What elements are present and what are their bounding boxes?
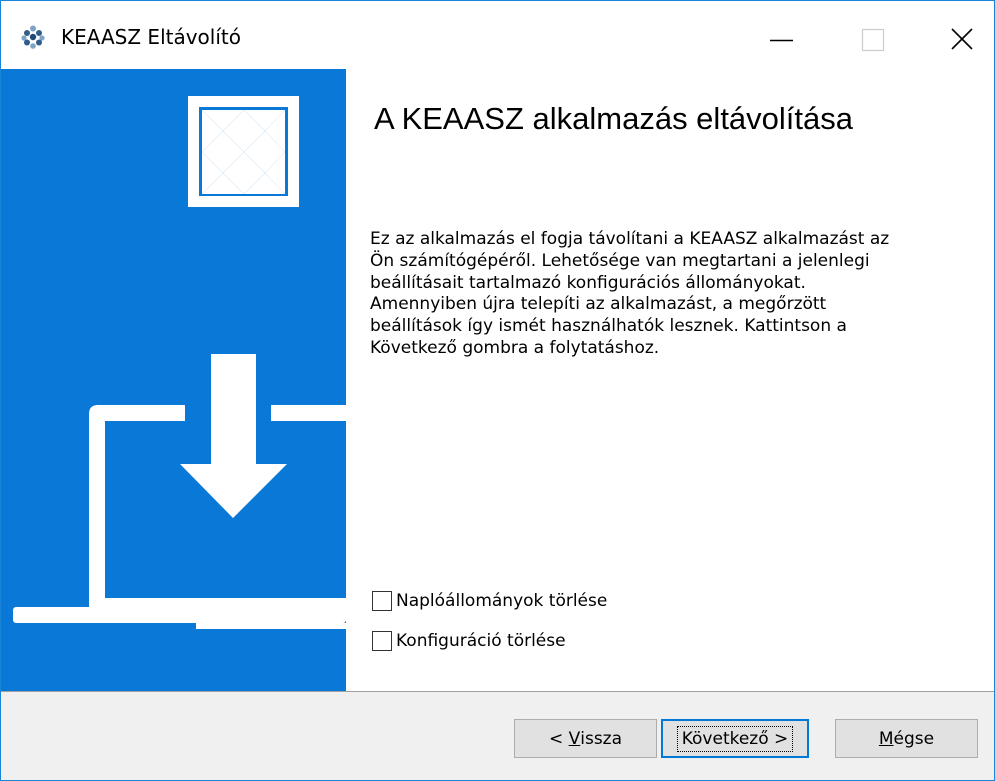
- button-bar: < Vissza Következő > Mégse: [1, 692, 994, 780]
- close-icon: [951, 28, 973, 50]
- back-button-mnemonic: V: [568, 728, 581, 749]
- description-line: Ez az alkalmazás el fogja távolítani a K…: [370, 229, 890, 249]
- page-title: A KEAASZ alkalmazás eltávolítása: [374, 101, 854, 136]
- close-button[interactable]: [902, 1, 994, 69]
- minimize-icon: [770, 39, 793, 42]
- uninstaller-window: KEAASZ Eltávolító A KEAASZ alkalmazás el…: [0, 0, 995, 781]
- description-line: Amennyiben újra telepíti az alkalmazást,…: [370, 294, 827, 315]
- description-line: Ön számítógépéről. Lehetősége van megtar…: [370, 250, 870, 271]
- cancel-button[interactable]: Mégse: [835, 719, 978, 758]
- description-text: Ez az alkalmazás el fogja távolítani a K…: [370, 229, 970, 360]
- main-content: A KEAASZ alkalmazás eltávolítása Ez az a…: [346, 69, 994, 691]
- delete-config-checkbox[interactable]: [372, 631, 392, 651]
- delete-config-option[interactable]: Konfiguráció törlése: [372, 629, 566, 653]
- keaasz-logo-icon: [21, 25, 45, 49]
- next-button[interactable]: Következő >: [661, 719, 809, 758]
- next-button-label: Következő >: [676, 725, 794, 752]
- delete-logs-option[interactable]: Naplóállományok törlése: [372, 589, 607, 613]
- cancel-button-rest: égse: [893, 728, 935, 749]
- keaasz-triangle-logo-icon: [188, 96, 299, 207]
- back-button-prefix: <: [548, 728, 569, 749]
- title-bar[interactable]: KEAASZ Eltávolító: [1, 1, 994, 69]
- delete-config-label[interactable]: Konfiguráció törlése: [396, 631, 566, 651]
- description-line: Következő gombra a folytatáshoz.: [370, 337, 660, 358]
- cancel-button-mnemonic: M: [878, 728, 894, 749]
- description-line: beállításait tartalmazó konfigurációs ál…: [370, 272, 806, 293]
- delete-logs-checkbox[interactable]: [372, 591, 392, 611]
- minimize-button[interactable]: [738, 1, 830, 69]
- delete-logs-label[interactable]: Naplóállományok törlése: [396, 591, 607, 611]
- laptop-download-icon: [13, 354, 346, 629]
- window-title: KEAASZ Eltávolító: [61, 25, 241, 49]
- back-button[interactable]: < Vissza: [514, 719, 657, 758]
- description-line: beállítások így ismét használhatók leszn…: [370, 316, 847, 337]
- side-banner: [1, 69, 346, 691]
- back-button-rest: issza: [580, 728, 623, 749]
